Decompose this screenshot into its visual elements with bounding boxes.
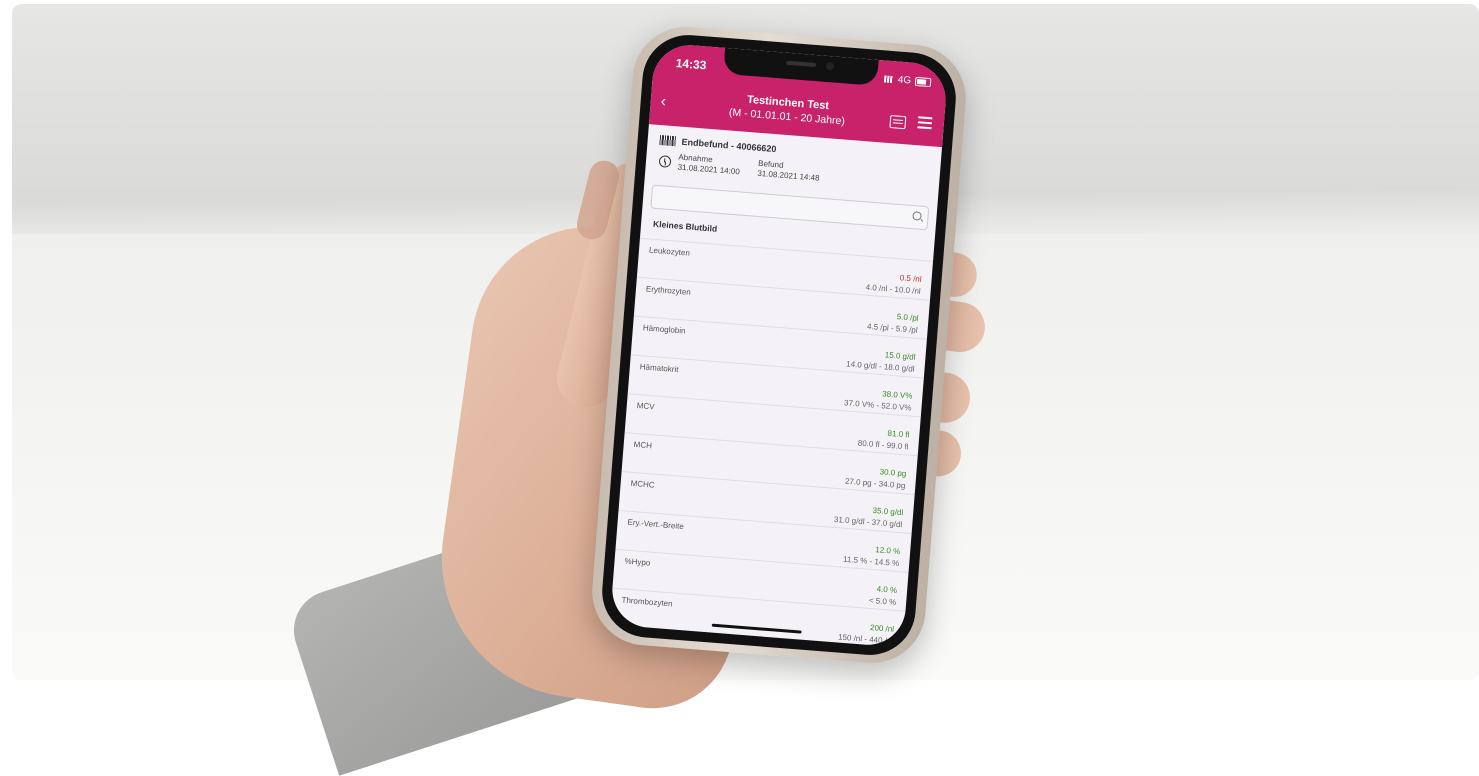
result-value: 81.0 fl	[887, 428, 910, 440]
result-name: MCHC	[630, 478, 655, 490]
result-name: %Hypo	[624, 556, 651, 568]
signal-icon	[883, 75, 895, 84]
result-value: 200 /nl	[869, 623, 895, 634]
result-name: Ery.-Vert.-Breite	[627, 517, 685, 532]
result-info: Befund 31.08.2021 14:48	[757, 159, 821, 184]
result-value: 0.5 /nl	[899, 273, 922, 284]
reference-range: 11.5 % - 14.5 %	[842, 554, 900, 569]
status-indicators: 4G	[883, 73, 932, 88]
speaker	[786, 60, 817, 68]
result-name: MCV	[636, 401, 655, 412]
result-value: 4.0 %	[876, 584, 898, 596]
smartphone: 14:33 4G ‹ Testinchen Test (M - 01.01.01…	[588, 22, 970, 668]
result-value: 30.0 pg	[879, 467, 907, 479]
status-time: 14:33	[675, 56, 707, 73]
back-button[interactable]: ‹	[660, 93, 667, 111]
reference-range: 4.0 /nl - 10.0 /nl	[865, 282, 921, 296]
result-value: 12.0 %	[874, 545, 901, 557]
report-title: Endbefund - 40066620	[681, 136, 777, 155]
front-camera	[825, 61, 835, 71]
phone-screen: 14:33 4G ‹ Testinchen Test (M - 01.01.01…	[609, 42, 949, 648]
report-icon[interactable]	[889, 115, 907, 130]
collection-info: Abnahme 31.08.2021 14:00	[677, 153, 741, 178]
report-content: Endbefund - 40066620 Abnahme 31.08.2021 …	[609, 124, 942, 648]
result-name: Erythrozyten	[645, 284, 692, 297]
result-name: Leukozyten	[648, 245, 691, 258]
network-label: 4G	[897, 74, 912, 87]
reference-range: 4.5 /pl - 5.9 /pl	[866, 321, 918, 335]
result-name: Thrombozyten	[621, 595, 673, 609]
result-value: 38.0 V%	[881, 389, 913, 401]
reference-range: 27.0 pg - 34.0 pg	[844, 476, 906, 491]
search-icon[interactable]	[912, 211, 922, 221]
result-name: Hämoglobin	[642, 323, 686, 336]
result-value: 5.0 /pl	[896, 312, 919, 323]
result-name: Hämatokrit	[639, 362, 679, 375]
section-title: Kleines Blutbild	[652, 218, 718, 234]
results-list: Leukozyten 0.5 /nl 4.0 /nl - 10.0 /nl Eryth…	[609, 237, 934, 648]
reference-range: < 5.0 %	[868, 595, 897, 607]
menu-icon[interactable]	[917, 116, 933, 130]
result-value: 35.0 g/dl	[872, 505, 904, 518]
barcode-icon	[659, 135, 677, 147]
battery-icon	[914, 76, 932, 88]
reference-range: 80.0 fl - 99.0 fl	[857, 438, 909, 452]
clock-icon	[658, 155, 672, 168]
result-name: MCH	[633, 439, 653, 451]
result-value: 15.0 g/dl	[884, 350, 916, 362]
report-header: Endbefund - 40066620	[659, 135, 777, 155]
